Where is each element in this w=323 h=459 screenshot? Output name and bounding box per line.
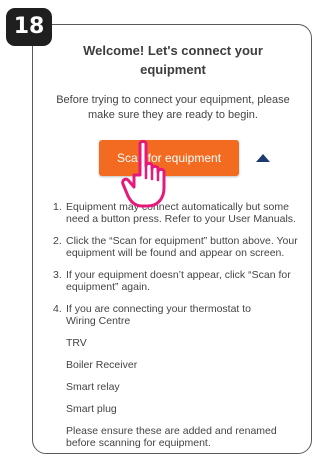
hand-pointer-icon	[121, 139, 166, 208]
page-title: Welcome! Let's connect your equipment	[83, 43, 263, 77]
device-item: Smart relay	[66, 381, 120, 393]
item-text: Equipment may connect automatically but …	[66, 201, 296, 225]
item-text: If your equipment doesn’t appear, click …	[66, 269, 291, 293]
list-item: 4. If you are connecting your thermostat…	[53, 303, 301, 449]
device-item: Smart plug	[66, 403, 117, 415]
list-item: 1. Equipment may connect automatically b…	[53, 201, 301, 225]
list-item: 2. Click the “Scan for equipment” button…	[53, 235, 301, 259]
device-item: Boiler Receiver	[66, 359, 138, 371]
item-number: 4.	[53, 303, 62, 315]
connect-equipment-card: Welcome! Let's connect your equipment Be…	[32, 24, 312, 454]
item-number: 1.	[53, 201, 62, 213]
chevron-up-icon[interactable]	[256, 154, 270, 162]
device-item: Wiring Centre	[66, 315, 131, 327]
device-list: Wiring Centre TRV Boiler Receiver Smart …	[66, 315, 301, 415]
item-number: 3.	[53, 269, 62, 281]
item-text: Click the “Scan for equipment” button ab…	[66, 235, 298, 259]
step-number-badge: 18	[6, 8, 52, 46]
device-item: TRV	[66, 337, 87, 349]
item-text-footer: Please ensure these are added and rename…	[66, 425, 277, 449]
instructions-list: 1. Equipment may connect automatically b…	[53, 201, 301, 453]
list-item: 3. If your equipment doesn’t appear, cli…	[53, 269, 301, 293]
intro-text: Before trying to connect your equipment,…	[56, 94, 290, 121]
item-text-intro: If you are connecting your thermostat to	[66, 303, 252, 315]
item-number: 2.	[53, 235, 62, 247]
item-text: If you are connecting your thermostat to…	[66, 303, 301, 449]
